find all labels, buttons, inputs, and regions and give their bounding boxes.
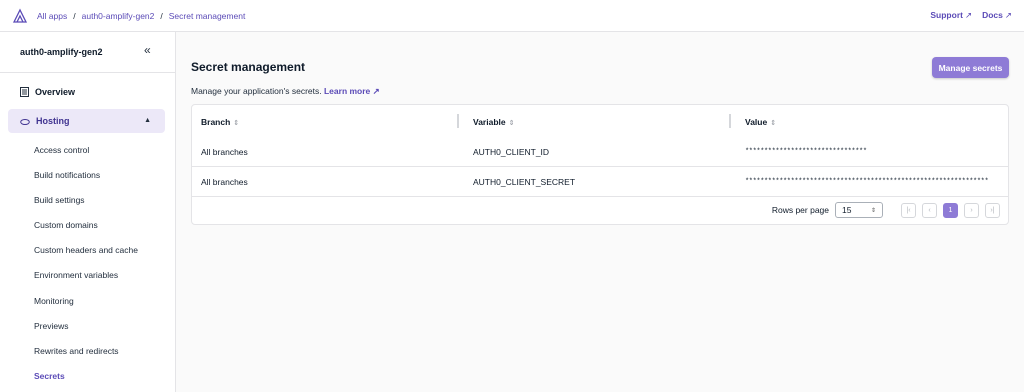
- column-label: Value: [745, 117, 768, 127]
- sort-icon: ⇕: [233, 120, 240, 127]
- docs-link[interactable]: Docs ↗: [982, 10, 1012, 21]
- support-link[interactable]: Support ↗: [930, 10, 972, 21]
- chevron-up-down-icon: ⇕: [870, 207, 876, 214]
- sidebar-item-custom-headers[interactable]: Custom headers and cache: [34, 244, 138, 269]
- sidebar-item-secrets[interactable]: Secrets: [34, 370, 138, 392]
- last-page-button[interactable]: ›|: [985, 202, 1000, 218]
- previous-page-button[interactable]: ‹: [922, 202, 937, 218]
- manage-secrets-button[interactable]: Manage secrets: [932, 57, 1009, 78]
- sidebar-item-custom-domains[interactable]: Custom domains: [34, 219, 138, 244]
- cloud-icon: [20, 118, 30, 125]
- column-divider[interactable]: [457, 114, 459, 128]
- breadcrumb: All apps / auth0-amplify-gen2 / Secret m…: [37, 11, 245, 21]
- sidebar-item-label: Overview: [35, 87, 76, 97]
- column-label: Branch: [201, 117, 231, 127]
- sidebar-item-overview[interactable]: Overview: [20, 87, 75, 97]
- sidebar-app-name: auth0-amplify-gen2: [20, 47, 103, 57]
- breadcrumb-app[interactable]: auth0-amplify-gen2: [82, 11, 155, 21]
- cell-variable: AUTH0_CLIENT_SECRET: [473, 177, 576, 187]
- sidebar-item-rewrites[interactable]: Rewrites and redirects: [34, 345, 138, 370]
- sidebar-item-monitoring[interactable]: Monitoring: [34, 295, 138, 320]
- sidebar-item-build-settings[interactable]: Build settings: [34, 194, 138, 219]
- top-bar: All apps / auth0-amplify-gen2 / Secret m…: [0, 0, 1024, 32]
- external-link-icon: ↗: [1004, 10, 1012, 20]
- sidebar-item-previews[interactable]: Previews: [34, 320, 138, 345]
- column-header-value[interactable]: Value ⇕: [745, 117, 776, 127]
- next-page-button[interactable]: ›: [964, 202, 979, 218]
- description-text: Manage your application's secrets.: [191, 86, 322, 96]
- sidebar-item-access-control[interactable]: Access control: [34, 144, 138, 169]
- rows-per-page-value: 15: [842, 205, 852, 215]
- table-row[interactable]: All branches AUTH0_CLIENT_ID ***********…: [192, 137, 1008, 167]
- collapse-sidebar-icon[interactable]: «: [144, 43, 151, 57]
- column-header-branch[interactable]: Branch ⇕: [201, 117, 239, 127]
- sidebar-item-hosting[interactable]: Hosting ▲: [8, 109, 165, 133]
- table-row[interactable]: All branches AUTH0_CLIENT_SECRET *******…: [192, 167, 1008, 197]
- external-link-icon: ↗: [964, 10, 973, 20]
- amplify-logo-icon[interactable]: [12, 8, 28, 24]
- cell-branch: All branches: [201, 177, 248, 187]
- sidebar-item-build-notifications[interactable]: Build notifications: [34, 169, 138, 194]
- support-label: Support: [930, 10, 963, 20]
- secrets-table: Branch ⇕ Variable ⇕ Value ⇕ All branches AU…: [191, 104, 1009, 225]
- first-page-button[interactable]: |‹: [901, 202, 916, 218]
- column-divider[interactable]: [729, 114, 731, 128]
- pagination: Rows per page 15 ⇕ |‹ ‹ 1 › ›|: [772, 202, 1000, 218]
- page-title: Secret management: [191, 60, 306, 74]
- breadcrumb-all-apps[interactable]: All apps: [37, 11, 67, 21]
- sidebar-item-environment-variables[interactable]: Environment variables: [34, 269, 138, 294]
- document-icon: [20, 87, 29, 97]
- external-link-icon: ↗: [372, 86, 380, 96]
- rows-per-page-label: Rows per page: [771, 205, 829, 215]
- column-header-variable[interactable]: Variable ⇕: [473, 117, 514, 127]
- cell-value-masked: ****************************************…: [745, 178, 989, 186]
- sort-icon: ⇕: [770, 120, 777, 127]
- learn-more-label: Learn more: [323, 86, 371, 96]
- page-description: Manage your application's secrets. Learn…: [191, 86, 380, 97]
- breadcrumb-separator: /: [73, 11, 76, 21]
- breadcrumb-current[interactable]: Secret management: [169, 11, 246, 21]
- cell-value-masked: ********************************: [745, 148, 867, 156]
- sidebar-divider: [0, 72, 175, 73]
- cell-variable: AUTH0_CLIENT_ID: [473, 147, 550, 157]
- sidebar-item-label: Hosting: [36, 116, 70, 126]
- top-links: Support ↗ Docs ↗: [930, 10, 1012, 21]
- learn-more-link[interactable]: Learn more ↗: [324, 86, 380, 96]
- cell-branch: All branches: [201, 147, 248, 157]
- sidebar: auth0-amplify-gen2 « Overview Hosting ▲ …: [0, 32, 176, 392]
- hosting-submenu: Access control Build notifications Build…: [34, 144, 138, 392]
- breadcrumb-separator: /: [160, 11, 163, 21]
- docs-label: Docs: [982, 10, 1003, 20]
- chevron-up-icon: ▲: [144, 117, 151, 124]
- sort-icon: ⇕: [508, 120, 515, 127]
- column-label: Variable: [473, 117, 506, 127]
- rows-per-page-select[interactable]: 15 ⇕: [835, 202, 883, 218]
- page-button-current[interactable]: 1: [943, 202, 958, 218]
